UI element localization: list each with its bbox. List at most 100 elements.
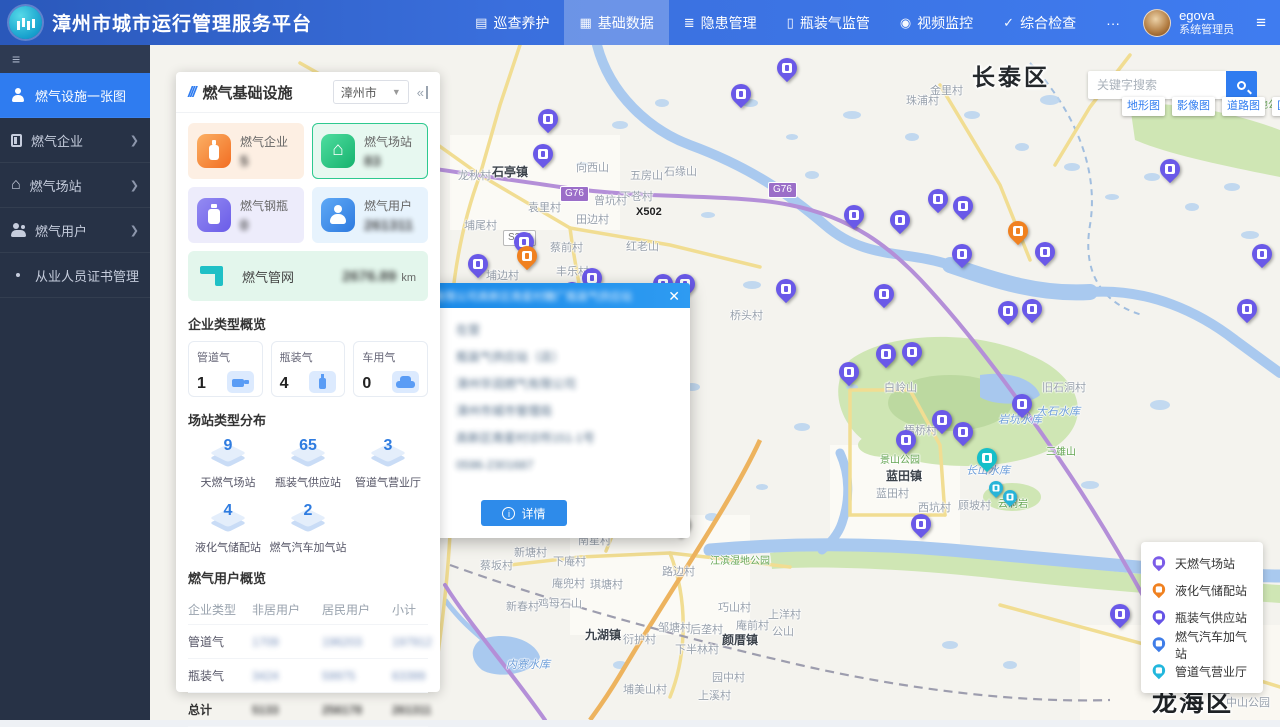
nav-item-1[interactable]: ▤巡查养护 — [460, 0, 564, 45]
legend-item-2[interactable]: 液化气储配站 — [1151, 577, 1253, 604]
layer-button-3[interactable]: 道路图 — [1222, 97, 1265, 116]
map-pin[interactable] — [1011, 394, 1033, 424]
map-pin[interactable] — [1002, 490, 1017, 511]
legend-item-1[interactable]: 天燃气场站 — [1151, 550, 1253, 577]
sidebar-item-4[interactable]: 燃气用户❯ — [0, 208, 150, 253]
map-pin-icon — [1153, 610, 1165, 626]
house-icon — [321, 134, 355, 168]
row-label: 管道气 — [188, 633, 252, 650]
layer-button-2[interactable]: 影像图 — [1172, 97, 1215, 116]
enterprise-type-card-2[interactable]: 瓶装气4 — [271, 341, 346, 397]
map-pin[interactable] — [952, 196, 974, 226]
nav-list-icon[interactable]: ≡ — [1242, 13, 1280, 33]
sidebar-collapse-button[interactable]: ≡ — [0, 45, 150, 73]
map-pin[interactable] — [838, 362, 860, 392]
map-pin[interactable] — [776, 58, 798, 88]
stat-card-4[interactable]: 燃气用户261311 — [312, 187, 428, 243]
map-label: 三雄山 — [1046, 443, 1076, 458]
map-pin[interactable] — [467, 254, 489, 284]
map-pin[interactable] — [931, 410, 953, 440]
map-label: 九湖镇 — [585, 626, 621, 643]
map-pin[interactable] — [1159, 159, 1181, 189]
nav-item-3[interactable]: ≣隐患管理 — [669, 0, 772, 45]
user-menu[interactable]: egova 系统管理员 — [1135, 8, 1242, 37]
map-pin-icon — [1153, 556, 1165, 572]
close-icon[interactable]: ✕ — [668, 289, 680, 303]
map-pin[interactable] — [951, 244, 973, 274]
nav-item-7[interactable]: ··· — [1091, 0, 1135, 45]
legend-item-5[interactable]: 管道气营业厅 — [1151, 658, 1253, 685]
map-pin[interactable] — [895, 430, 917, 460]
nav-item-6[interactable]: ✓综合检查 — [988, 0, 1091, 45]
map-pin[interactable] — [537, 109, 559, 139]
station-type-label: 瓶装气供应站 — [268, 474, 348, 490]
left-sidebar: ≡ 燃气设施一张图燃气企业❯⌂燃气场站❯燃气用户❯从业人员证书管理 — [0, 45, 150, 720]
sidebar-item-1[interactable]: 燃气设施一张图 — [0, 73, 150, 118]
panel-collapse-icon[interactable]: « — [417, 86, 428, 99]
station-type-4[interactable]: 4液化气储配站 — [188, 502, 268, 555]
map-label: 蓝田镇 — [886, 467, 922, 484]
nav-item-4[interactable]: ▯瓶装气监管 — [772, 0, 885, 45]
map-pin[interactable] — [952, 422, 974, 452]
map-pin[interactable] — [1007, 221, 1029, 251]
table-header-row: 企业类型非居用户居民用户小计 — [188, 595, 428, 625]
hazard-icon: ≣ — [684, 15, 695, 31]
map-pin[interactable] — [1251, 244, 1273, 274]
enterprise-type-card-1[interactable]: 管道气1 — [188, 341, 263, 397]
map-pin-icon — [1153, 664, 1165, 680]
sidebar-item-5[interactable]: 从业人员证书管理 — [0, 253, 150, 298]
user-role: 系统管理员 — [1179, 24, 1234, 37]
legend-item-4[interactable]: 燃气汽车加气站 — [1151, 631, 1253, 658]
station-type-2[interactable]: 65瓶装气供应站 — [268, 437, 348, 490]
road-badge-X502: X502 — [632, 205, 666, 219]
map-pin[interactable] — [1109, 604, 1131, 634]
base-data-icon: ▦ — [579, 15, 591, 31]
map-label: 蔡坂村 — [480, 557, 513, 573]
map-pin[interactable] — [910, 514, 932, 544]
layer-button-1[interactable]: 地形图 — [1122, 97, 1165, 116]
station-type-3[interactable]: 3管道气营业厅 — [348, 437, 428, 490]
stat-card-3[interactable]: 燃气钢瓶0 — [188, 187, 304, 243]
map-pin[interactable] — [532, 144, 554, 174]
station-type-5[interactable]: 2燃气汽车加气站 — [268, 502, 348, 555]
user-name: egova — [1179, 8, 1234, 24]
stat-label: 燃气钢瓶 — [240, 197, 288, 214]
sidebar-item-3[interactable]: ⌂燃气场站❯ — [0, 163, 150, 208]
search-input[interactable] — [1088, 71, 1226, 99]
map-pin[interactable] — [997, 301, 1019, 331]
map-pin[interactable] — [873, 284, 895, 314]
map-pin[interactable] — [1021, 299, 1043, 329]
sidebar-item-2[interactable]: 燃气企业❯ — [0, 118, 150, 163]
map-pin[interactable] — [901, 342, 923, 372]
cell-value: 3424 — [252, 669, 322, 683]
map-pin[interactable] — [927, 189, 949, 219]
stat-label: 燃气企业 — [240, 133, 288, 150]
map-pin[interactable] — [775, 279, 797, 309]
nav-item-5[interactable]: ◉视频监控 — [885, 0, 988, 45]
stat-card-2[interactable]: 燃气场站83 — [312, 123, 428, 179]
map-pin[interactable] — [843, 205, 865, 235]
map-pin[interactable] — [516, 246, 538, 276]
search-button[interactable] — [1226, 71, 1257, 99]
enterprise-type-card-3[interactable]: 车用气0 — [353, 341, 428, 397]
map-pin[interactable] — [1034, 242, 1056, 272]
map-pin[interactable] — [976, 448, 998, 478]
info-circle-icon: i — [502, 507, 515, 520]
stat-card-1[interactable]: 燃气企业5 — [188, 123, 304, 179]
layer-button-4[interactable]: 区地图 — [1272, 97, 1280, 116]
map-pin[interactable] — [889, 210, 911, 240]
enterprise-type-label: 车用气 — [362, 349, 419, 365]
map-pin[interactable] — [730, 84, 752, 114]
map-pin[interactable] — [875, 344, 897, 374]
map-pin[interactable] — [1236, 299, 1258, 329]
nav-item-2[interactable]: ▦基础数据 — [564, 0, 668, 45]
region-select[interactable]: 漳州市 ▼ — [333, 80, 409, 104]
stat-card-text: 燃气钢瓶0 — [240, 197, 288, 234]
detail-button-label: 详情 — [521, 505, 545, 522]
nav-item-label: 瓶装气监管 — [800, 13, 870, 33]
map-label: 西坑村 — [918, 499, 951, 515]
station-type-1[interactable]: 9天燃气场站 — [188, 437, 268, 490]
cell-value: 256178 — [322, 703, 392, 717]
pipeline-stat-card[interactable]: 燃气管网 2676.89 km — [188, 251, 428, 301]
detail-button[interactable]: i 详情 — [481, 500, 567, 526]
